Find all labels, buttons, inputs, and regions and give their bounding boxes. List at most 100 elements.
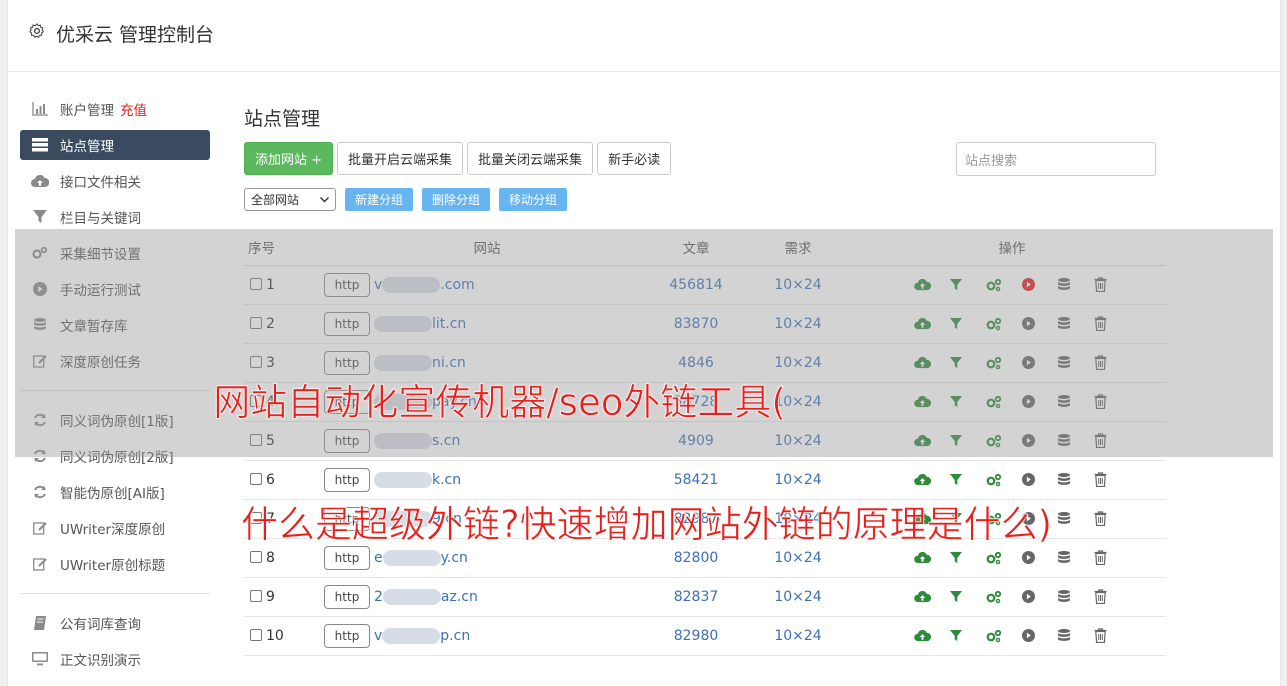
- cloud-upload-icon[interactable]: [914, 627, 950, 645]
- http-badge[interactable]: http: [324, 545, 370, 570]
- cloud-upload-icon[interactable]: [914, 315, 950, 333]
- cogs-icon[interactable]: [986, 549, 1022, 567]
- move-group-button[interactable]: 移动分组: [499, 188, 568, 211]
- play-icon[interactable]: [1022, 354, 1058, 372]
- row-articles[interactable]: 83870: [654, 304, 738, 344]
- sidebar-item-collect-settings[interactable]: 采集细节设置: [20, 238, 210, 268]
- cogs-icon[interactable]: [986, 354, 1022, 372]
- http-badge[interactable]: http: [324, 584, 370, 609]
- site-domain[interactable]: lit.cn: [374, 315, 466, 332]
- filter-icon[interactable]: [950, 432, 986, 450]
- play-icon[interactable]: [1022, 276, 1058, 294]
- sidebar-item-lexicon[interactable]: 公有词库查询: [20, 608, 210, 638]
- database-icon[interactable]: [1058, 549, 1094, 567]
- filter-icon[interactable]: [950, 471, 986, 489]
- database-icon[interactable]: [1058, 354, 1094, 372]
- guide-button[interactable]: 新手必读: [597, 142, 672, 175]
- play-icon[interactable]: [1022, 549, 1058, 567]
- row-articles[interactable]: 456814: [654, 265, 738, 305]
- row-articles[interactable]: 82980: [654, 616, 738, 656]
- trash-icon[interactable]: [1094, 354, 1130, 372]
- play-icon[interactable]: [1022, 588, 1058, 606]
- row-demand[interactable]: 10×24: [738, 421, 858, 461]
- cogs-icon[interactable]: [986, 627, 1022, 645]
- cogs-icon[interactable]: [986, 588, 1022, 606]
- cloud-upload-icon[interactable]: [914, 588, 950, 606]
- recharge-link[interactable]: 充值: [120, 99, 147, 119]
- row-articles[interactable]: 4909: [654, 421, 738, 461]
- filter-icon[interactable]: [950, 276, 986, 294]
- batch-close-button[interactable]: 批量关闭云端采集: [467, 142, 594, 175]
- http-badge[interactable]: http: [324, 350, 370, 375]
- http-badge[interactable]: http: [324, 272, 370, 297]
- database-icon[interactable]: [1058, 471, 1094, 489]
- cloud-upload-icon[interactable]: [914, 276, 950, 294]
- filter-icon[interactable]: [950, 315, 986, 333]
- sidebar-item-keywords[interactable]: 栏目与关键词: [20, 202, 210, 232]
- database-icon[interactable]: [1058, 588, 1094, 606]
- sidebar-item-article-store[interactable]: 文章暂存库: [20, 310, 210, 340]
- new-group-button[interactable]: 新建分组: [345, 188, 414, 211]
- row-checkbox[interactable]: [250, 589, 262, 602]
- cloud-upload-icon[interactable]: [914, 471, 950, 489]
- row-checkbox[interactable]: [250, 316, 262, 329]
- database-icon[interactable]: [1058, 276, 1094, 294]
- trash-icon[interactable]: [1094, 588, 1130, 606]
- row-demand[interactable]: 10×24: [738, 265, 858, 305]
- filter-icon[interactable]: [950, 588, 986, 606]
- trash-icon[interactable]: [1094, 627, 1130, 645]
- trash-icon[interactable]: [1094, 315, 1130, 333]
- trash-icon[interactable]: [1094, 549, 1130, 567]
- http-badge[interactable]: http: [324, 467, 370, 492]
- site-domain[interactable]: s.cn: [374, 432, 460, 449]
- cogs-icon[interactable]: [986, 315, 1022, 333]
- play-icon[interactable]: [1022, 627, 1058, 645]
- play-icon[interactable]: [1022, 432, 1058, 450]
- sidebar-item-synonym-v2[interactable]: 同义词伪原创[2版]: [20, 441, 210, 471]
- database-icon[interactable]: [1058, 315, 1094, 333]
- cloud-upload-icon[interactable]: [914, 354, 950, 372]
- row-articles[interactable]: 82837: [654, 577, 738, 617]
- site-domain[interactable]: v .com: [374, 276, 475, 293]
- row-checkbox[interactable]: [250, 433, 262, 446]
- trash-icon[interactable]: [1094, 471, 1130, 489]
- site-domain[interactable]: 2 az.cn: [374, 588, 478, 605]
- trash-icon[interactable]: [1094, 276, 1130, 294]
- search-input[interactable]: 站点搜索: [956, 142, 1156, 176]
- row-checkbox[interactable]: [250, 550, 262, 563]
- filter-icon[interactable]: [950, 549, 986, 567]
- cogs-icon[interactable]: [986, 471, 1022, 489]
- http-badge[interactable]: http: [324, 428, 370, 453]
- row-demand[interactable]: 10×24: [738, 304, 858, 344]
- play-icon[interactable]: [1022, 471, 1058, 489]
- row-checkbox[interactable]: [250, 355, 262, 368]
- cloud-upload-icon[interactable]: [914, 432, 950, 450]
- sidebar-item-text-recognition[interactable]: 正文识别演示: [20, 644, 210, 674]
- cloud-upload-icon[interactable]: [914, 549, 950, 567]
- sidebar-item-uwriter-title[interactable]: UWriter原创标题: [20, 549, 210, 579]
- row-checkbox[interactable]: [250, 277, 262, 290]
- http-badge[interactable]: http: [324, 311, 370, 336]
- database-icon[interactable]: [1058, 627, 1094, 645]
- cogs-icon[interactable]: [986, 276, 1022, 294]
- sidebar-item-sites[interactable]: 站点管理: [20, 130, 210, 160]
- cogs-icon[interactable]: [986, 432, 1022, 450]
- sidebar-item-interface[interactable]: 接口文件相关: [20, 166, 210, 196]
- play-icon[interactable]: [1022, 315, 1058, 333]
- row-demand[interactable]: 10×24: [738, 577, 858, 617]
- trash-icon[interactable]: [1094, 432, 1130, 450]
- http-badge[interactable]: http: [324, 623, 370, 648]
- row-checkbox[interactable]: [250, 628, 262, 641]
- add-site-button[interactable]: 添加网站 +: [244, 142, 334, 175]
- batch-open-button[interactable]: 批量开启云端采集: [337, 142, 464, 175]
- delete-group-button[interactable]: 删除分组: [422, 188, 491, 211]
- filter-icon[interactable]: [950, 627, 986, 645]
- sidebar-item-account[interactable]: 账户管理 充值: [20, 94, 210, 124]
- row-demand[interactable]: 10×24: [738, 616, 858, 656]
- database-icon[interactable]: [1058, 432, 1094, 450]
- filter-icon[interactable]: [950, 354, 986, 372]
- group-select[interactable]: 全部网站: [244, 188, 336, 211]
- sidebar-item-manual-run[interactable]: 手动运行测试: [20, 274, 210, 304]
- site-domain[interactable]: ni.cn: [374, 354, 466, 371]
- site-domain[interactable]: e y.cn: [374, 549, 468, 566]
